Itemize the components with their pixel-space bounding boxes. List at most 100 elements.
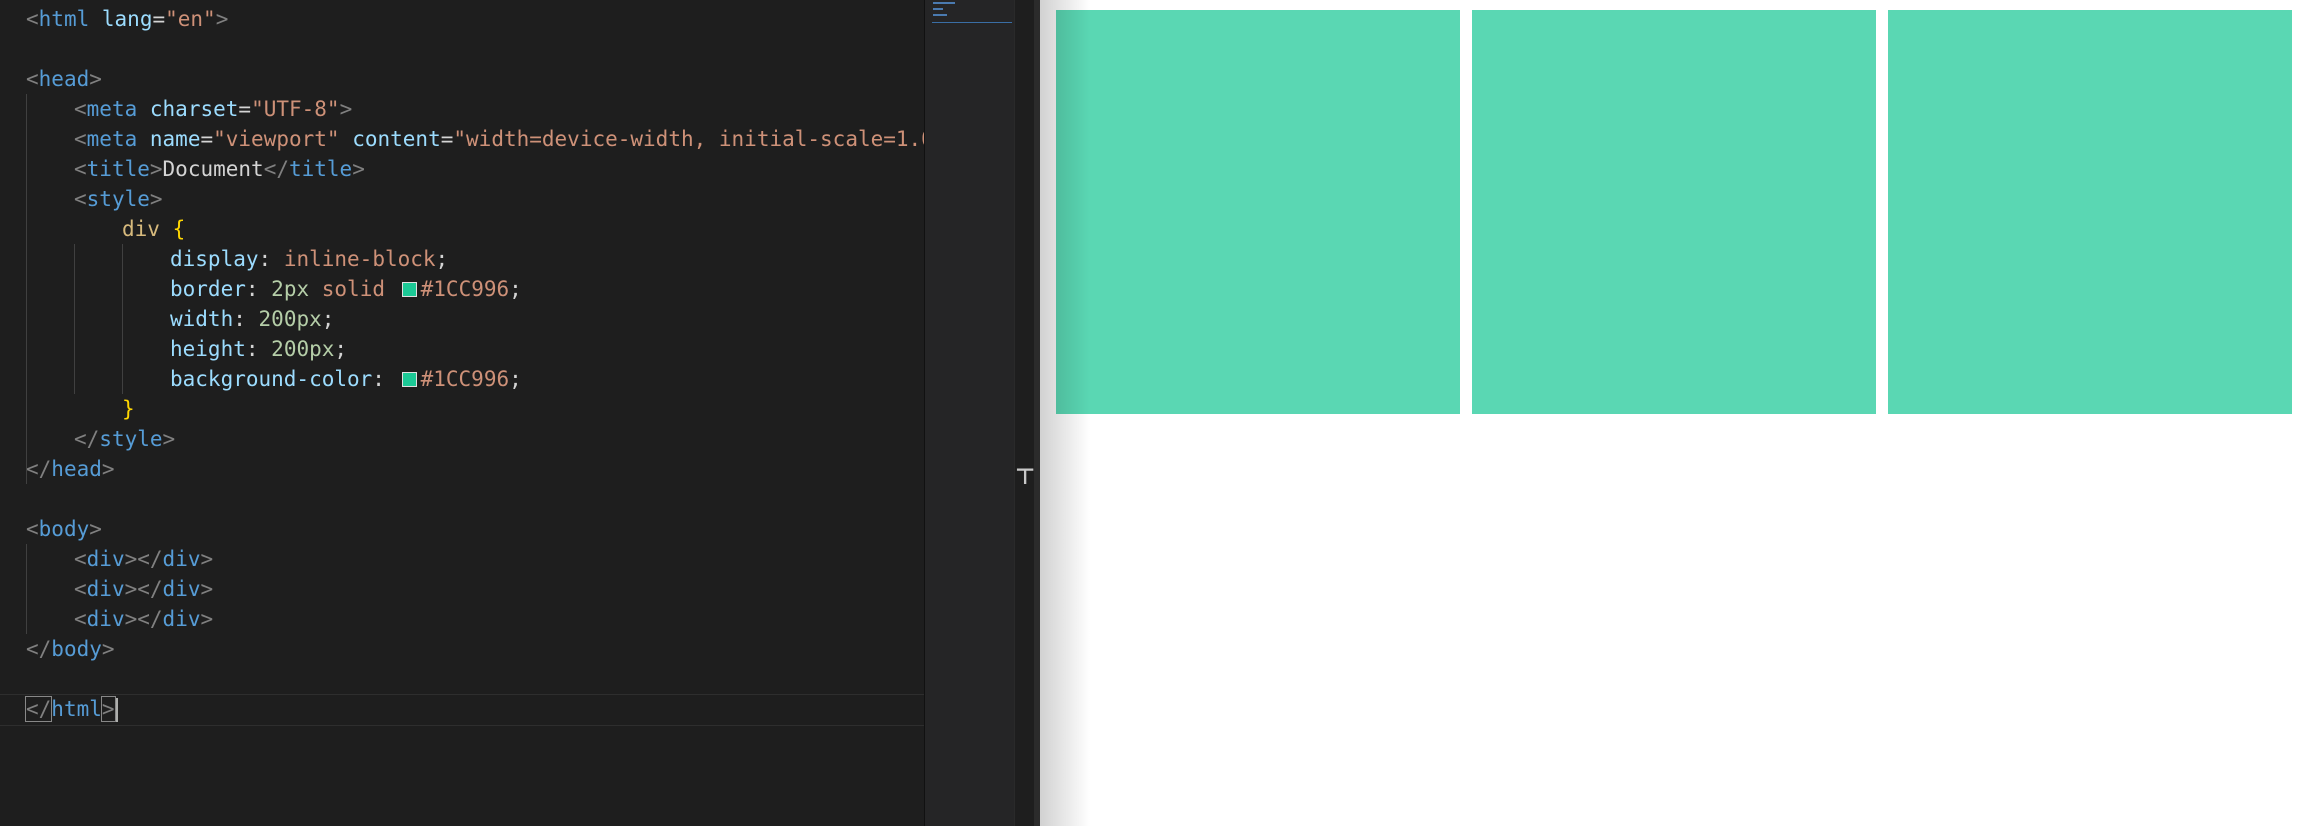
color-swatch-icon[interactable] xyxy=(401,282,417,297)
token: div xyxy=(122,217,160,241)
token: 2px xyxy=(271,277,310,301)
token: < xyxy=(26,67,39,91)
token: lang xyxy=(101,7,153,31)
code-line-8[interactable]: div { xyxy=(26,214,185,244)
code-line-13[interactable]: background-color: #1CC996; xyxy=(26,364,522,394)
indent-guide xyxy=(122,244,123,394)
code-line-5[interactable]: <meta name="viewport" content="width=dev… xyxy=(26,124,924,154)
token: : xyxy=(245,277,259,301)
token: > xyxy=(124,577,138,601)
token: </ xyxy=(137,577,163,601)
token: > xyxy=(89,67,102,91)
token: "UTF-8" xyxy=(251,97,340,121)
indent-guide xyxy=(26,94,27,484)
resize-handle-icon[interactable]: ⊤ xyxy=(1015,466,1035,490)
token: = xyxy=(200,127,214,151)
token: title xyxy=(288,157,353,181)
token: : xyxy=(233,307,246,331)
token: > xyxy=(339,97,353,121)
token: ; xyxy=(509,367,522,391)
code-line-9[interactable]: display: inline-block; xyxy=(26,244,448,274)
token: > xyxy=(124,607,138,631)
token: > xyxy=(101,457,115,481)
token: #1CC996 xyxy=(420,277,510,301)
token: < xyxy=(74,157,87,181)
token: style xyxy=(99,427,163,451)
code-editor[interactable]: <html lang="en"> <head> <meta charset="U… xyxy=(0,0,924,826)
token: style xyxy=(86,187,150,211)
token: < xyxy=(26,517,39,541)
token: div xyxy=(86,607,125,631)
code-line-3[interactable]: <head> xyxy=(26,64,102,94)
token: background-color xyxy=(170,367,373,391)
token: div xyxy=(86,577,125,601)
minimap[interactable] xyxy=(924,0,1015,826)
token: </ xyxy=(74,427,100,451)
code-line-22[interactable]: </body> xyxy=(26,634,115,664)
token: meta xyxy=(86,97,138,121)
code-line-18[interactable]: <body> xyxy=(26,514,102,544)
vertical-scrollbar[interactable] xyxy=(1014,0,1035,826)
token: width xyxy=(170,307,234,331)
code-line-21[interactable]: <div></div> xyxy=(26,604,213,634)
token: solid xyxy=(321,277,385,301)
browser-preview[interactable] xyxy=(1040,0,2312,826)
token: > xyxy=(149,157,163,181)
token: = xyxy=(152,7,166,31)
token: 200px xyxy=(258,307,322,331)
token: meta xyxy=(86,127,138,151)
code-line-4[interactable]: <meta charset="UTF-8"> xyxy=(26,94,352,124)
token: < xyxy=(74,577,87,601)
code-line-10[interactable]: border: 2px solid #1CC996; xyxy=(26,274,522,304)
preview-div-box xyxy=(1472,10,1876,414)
token: Document xyxy=(162,157,264,181)
token: > xyxy=(89,517,102,541)
token: ; xyxy=(509,277,522,301)
token: </ xyxy=(263,157,289,181)
token: < xyxy=(74,97,87,121)
token: </ xyxy=(137,607,163,631)
minimap-slider[interactable] xyxy=(932,0,1012,23)
code-line-16[interactable]: </head> xyxy=(26,454,115,484)
code-line-14[interactable]: } xyxy=(26,394,135,424)
token: head xyxy=(51,457,102,481)
code-line-20[interactable]: <div></div> xyxy=(26,574,213,604)
token: div xyxy=(162,577,201,601)
code-line-19[interactable]: <div></div> xyxy=(26,544,213,574)
code-line-15[interactable]: </style> xyxy=(26,424,175,454)
preview-div-box xyxy=(1888,10,2292,414)
token: </ xyxy=(137,547,163,571)
code-line-24[interactable]: </html> xyxy=(24,694,118,724)
token: "viewport" xyxy=(213,127,340,151)
token: </ xyxy=(26,637,52,661)
token: content xyxy=(352,127,441,151)
token: { xyxy=(172,217,186,241)
code-line-1[interactable]: <html lang="en"> xyxy=(26,4,228,34)
token: = xyxy=(238,97,252,121)
token: < xyxy=(74,607,87,631)
token: : xyxy=(372,367,385,391)
token: ; xyxy=(435,247,449,271)
token: </ xyxy=(26,457,52,481)
token: inline-block xyxy=(283,247,436,271)
token: > xyxy=(200,577,214,601)
token: > xyxy=(215,7,229,31)
token: > xyxy=(100,696,116,722)
token: < xyxy=(74,127,87,151)
color-swatch-icon[interactable] xyxy=(401,372,417,387)
code-line-6[interactable]: <title>Document</title> xyxy=(26,154,365,184)
token: html xyxy=(38,7,90,31)
token: height xyxy=(170,337,246,361)
token: ; xyxy=(334,337,348,361)
token: > xyxy=(162,427,176,451)
token: > xyxy=(352,157,365,181)
code-line-7[interactable]: <style> xyxy=(26,184,163,214)
code-line-11[interactable]: width: 200px; xyxy=(26,304,334,334)
token: 200px xyxy=(271,337,335,361)
token: div xyxy=(86,547,125,571)
token: charset xyxy=(149,97,239,121)
token: display xyxy=(170,247,259,271)
token: > xyxy=(200,607,214,631)
token: } xyxy=(122,397,135,421)
preview-div-box xyxy=(1056,10,1460,414)
